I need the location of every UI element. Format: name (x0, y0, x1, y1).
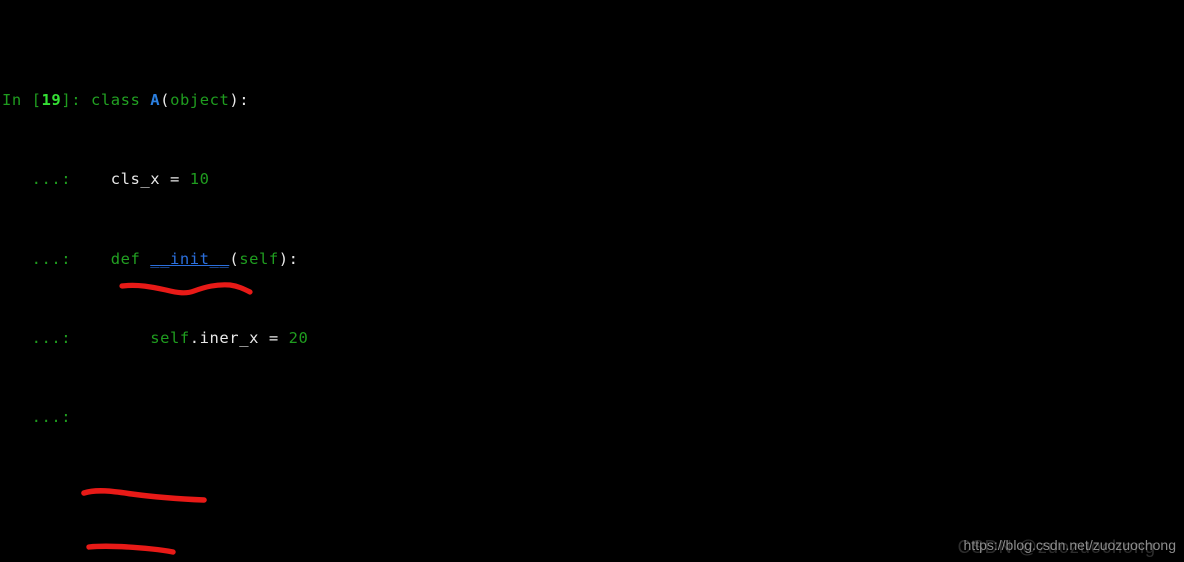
prompt-continuation: ...: (2, 170, 72, 189)
prompt-bracket-open: [ (31, 91, 42, 110)
terminal-line-cont-1: ...: cls_x = 10 (2, 170, 1184, 190)
self-reference: self (71, 328, 190, 347)
prompt-bracket-close: ] (61, 91, 72, 110)
prompt-in-label: In (2, 91, 32, 110)
prompt-continuation: ...: (2, 328, 72, 347)
base-class-object: object (170, 91, 230, 110)
prompt-in-number-19: 19 (41, 91, 62, 110)
paren-open: ( (160, 91, 171, 110)
class-attr-assignment: cls_x = (71, 170, 190, 189)
ipython-terminal-window[interactable]: In [19]: class A(object): ...: cls_x = 1… (0, 0, 1184, 562)
watermark-url: https://blog.csdn.net/zuozuochong (963, 537, 1176, 554)
space-after-class (140, 91, 150, 109)
class-name-a: A (150, 91, 161, 110)
instance-attr-value: 20 (288, 328, 309, 347)
method-name-init: __init__ (150, 249, 230, 268)
terminal-line-cont-4: ...: (2, 408, 1184, 428)
terminal-line-in-19: In [19]: class A(object): (2, 91, 1184, 111)
paren-close-colon: ): (278, 249, 299, 268)
keyword-def: def (71, 249, 151, 268)
instance-attr-assignment: .iner_x = (189, 328, 289, 347)
prompt-continuation: ...: (2, 407, 72, 426)
paren-close-colon: ): (229, 91, 250, 110)
terminal-screen[interactable]: In [19]: class A(object): ...: cls_x = 1… (2, 12, 1184, 562)
terminal-line-cont-2: ...: def __init__(self): (2, 250, 1184, 270)
prompt-continuation: ...: (2, 249, 72, 268)
class-attr-value: 10 (189, 170, 210, 189)
terminal-line-cont-3: ...: self.iner_x = 20 (2, 329, 1184, 349)
paren-open: ( (229, 249, 240, 268)
prompt-colon: : (71, 91, 91, 110)
param-self: self (239, 249, 279, 268)
keyword-class: class (90, 91, 141, 110)
